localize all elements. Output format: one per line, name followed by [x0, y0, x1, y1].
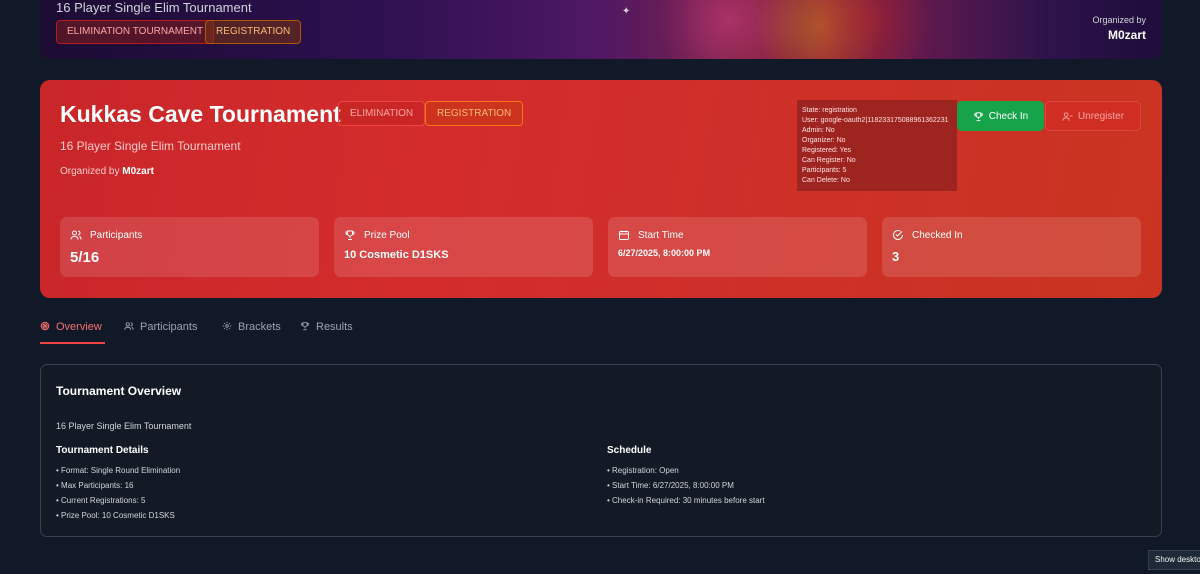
stat-value: 10 Cosmetic D1SKS	[344, 249, 449, 261]
details-heading: Tournament Details	[56, 445, 149, 456]
tab-label: Brackets	[238, 321, 281, 333]
debug-line: Registered: Yes	[802, 147, 852, 154]
list-item: • Current Registrations: 5	[56, 496, 146, 505]
tournament-overview-card: Tournament Overview 16 Player Single Eli…	[40, 364, 1162, 537]
list-item: • Registration: Open	[607, 466, 679, 475]
trophy-icon	[300, 321, 310, 331]
banner-subtitle: 16 Player Single Elim Tournament	[56, 0, 252, 15]
tournament-details: Tournament Details • Format: Single Roun…	[56, 445, 180, 523]
stat-value: 6/27/2025, 8:00:00 PM	[618, 248, 711, 258]
show-desktop-tooltip: Show desktop	[1148, 550, 1200, 570]
organized-by: Organized by M0zart	[60, 166, 154, 177]
target-icon	[40, 321, 50, 331]
debug-line: Participants: 5	[802, 167, 847, 174]
organizer-name: M0zart	[122, 166, 154, 177]
debug-line: Organizer: No	[802, 137, 846, 144]
schedule: Schedule • Registration: Open • Start Ti…	[607, 445, 765, 508]
list-item: • Start Time: 6/27/2025, 8:00:00 PM	[607, 481, 734, 490]
debug-line: Can Delete: No	[802, 177, 850, 184]
debug-line: Can Register: No	[802, 157, 856, 164]
list-item: • Prize Pool: 10 Cosmetic D1SKS	[56, 511, 175, 520]
stat-value: 3	[892, 249, 900, 264]
debug-line: Admin: No	[802, 127, 835, 134]
stat-checked-in: Checked In 3	[882, 217, 1141, 277]
debug-info-panel: State: registration User: google-oauth2|…	[797, 100, 957, 191]
sparkle-icon: ✦	[622, 6, 631, 17]
unregister-button[interactable]: Unregister	[1045, 101, 1141, 131]
stat-start-time: Start Time 6/27/2025, 8:00:00 PM	[608, 217, 867, 277]
badge-elimination: ELIMINATION	[338, 101, 426, 126]
stat-prize-pool: Prize Pool 10 Cosmetic D1SKS	[334, 217, 593, 277]
list-item: • Format: Single Round Elimination	[56, 466, 181, 475]
unregister-label: Unregister	[1077, 110, 1125, 122]
users-icon	[124, 321, 134, 331]
users-icon	[70, 229, 82, 241]
tournament-subtitle: 16 Player Single Elim Tournament	[60, 139, 241, 153]
check-circle-icon	[892, 229, 904, 241]
banner-tag-registration: REGISTRATION	[205, 20, 302, 44]
tab-label: Overview	[56, 321, 102, 333]
stat-label: Checked In	[912, 229, 963, 241]
list-item: • Max Participants: 16	[56, 481, 134, 490]
tab-overview[interactable]: Overview	[40, 318, 105, 344]
banner-organizer-name: M0zart	[1107, 28, 1146, 42]
debug-line: State: registration	[802, 107, 857, 114]
stat-value: 5/16	[70, 249, 100, 266]
trophy-icon	[344, 229, 356, 241]
badge-registration: REGISTRATION	[425, 101, 524, 126]
tournament-banner: ✦ 16 Player Single Elim Tournament ELIMI…	[40, 0, 1162, 59]
overview-description: 16 Player Single Elim Tournament	[56, 421, 192, 431]
stat-label: Prize Pool	[364, 229, 410, 241]
tournament-header-card: Kukkas Cave Tournament ELIMINATION REGIS…	[40, 80, 1162, 298]
tab-results[interactable]: Results	[300, 318, 353, 344]
overview-title: Tournament Overview	[56, 384, 182, 398]
trophy-icon	[973, 111, 984, 122]
banner-tag-elimination: ELIMINATION TOURNAMENT	[56, 20, 215, 44]
stat-participants: Participants 5/16	[60, 217, 319, 277]
calendar-icon	[618, 229, 630, 241]
organized-by-label: Organized by	[60, 166, 120, 177]
stat-label: Start Time	[638, 229, 684, 241]
check-in-button[interactable]: Check In	[957, 101, 1044, 131]
schedule-heading: Schedule	[607, 445, 652, 456]
tab-label: Results	[316, 321, 353, 333]
list-item: • Check-in Required: 30 minutes before s…	[607, 496, 765, 505]
tournament-title: Kukkas Cave Tournament	[60, 101, 341, 127]
user-minus-icon	[1062, 111, 1073, 122]
gear-icon	[222, 321, 232, 331]
tab-brackets[interactable]: Brackets	[222, 318, 281, 344]
tab-participants[interactable]: Participants	[124, 318, 197, 344]
check-in-label: Check In	[988, 110, 1029, 122]
debug-line: User: google-oauth2|11823317508896136223…	[802, 117, 949, 124]
tab-label: Participants	[140, 321, 198, 333]
stat-label: Participants	[90, 229, 143, 241]
banner-organized-by-label: Organized by	[1092, 15, 1146, 25]
